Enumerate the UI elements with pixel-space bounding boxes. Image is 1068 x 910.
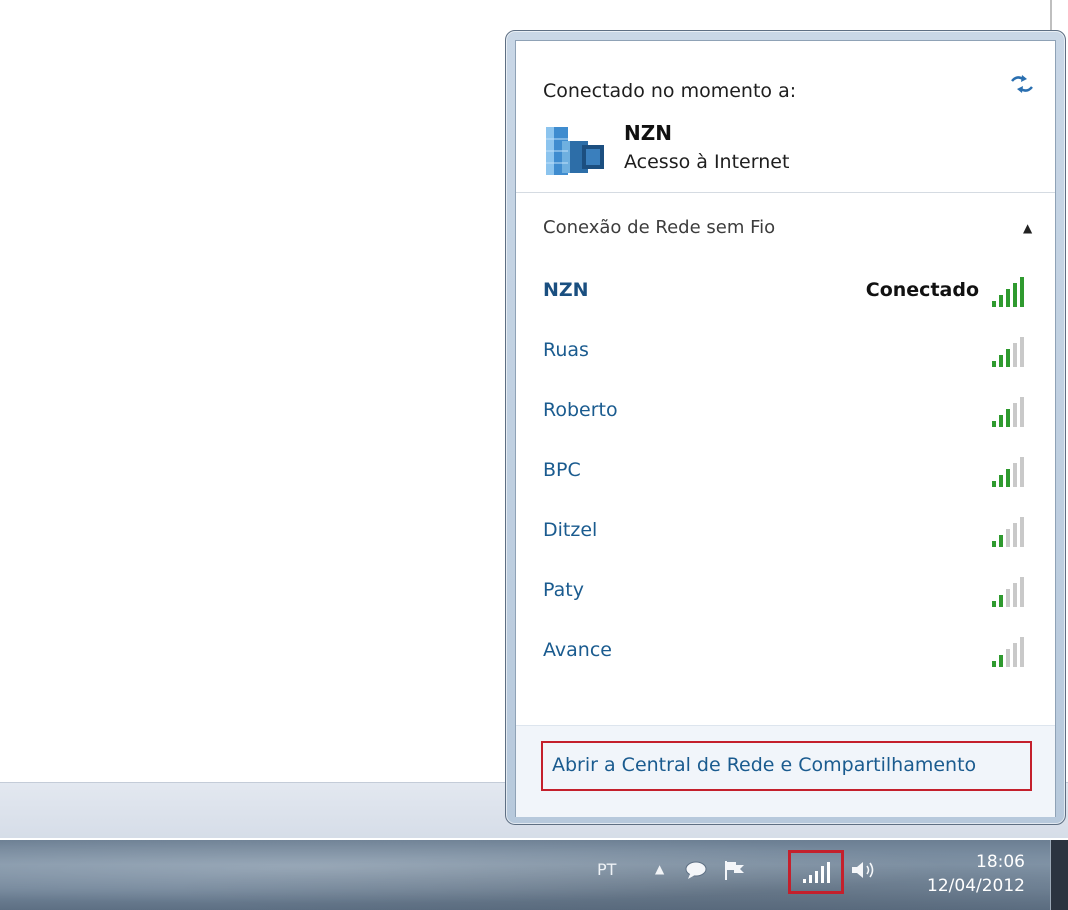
- signal-bar: [1020, 337, 1024, 367]
- network-name: Roberto: [543, 399, 618, 421]
- network-name: Ditzel: [543, 519, 598, 541]
- signal-bar: [1020, 577, 1024, 607]
- volume-icon[interactable]: [850, 858, 880, 882]
- signal-bar: [1006, 349, 1010, 367]
- signal-bar: [1006, 649, 1010, 667]
- flyout-content: Conectado no momento a: NZN Acesso à Int…: [515, 40, 1056, 817]
- network-item[interactable]: BPC: [516, 445, 1055, 501]
- refresh-icon[interactable]: [1009, 73, 1035, 95]
- signal-bar: [1020, 457, 1024, 487]
- signal-bar: [999, 595, 1003, 607]
- signal-bar: [1006, 529, 1010, 547]
- wifi-signal-icon: [992, 637, 1024, 667]
- network-item[interactable]: Ditzel: [516, 505, 1055, 561]
- signal-bar: [999, 295, 1003, 307]
- wifi-signal-icon: [992, 277, 1024, 307]
- signal-bar: [992, 601, 996, 607]
- network-tray-button[interactable]: [788, 850, 844, 894]
- signal-bar: [999, 475, 1003, 487]
- wifi-signal-icon: [992, 397, 1024, 427]
- signal-bar: [1013, 523, 1017, 547]
- wireless-section-title: Conexão de Rede sem Fio: [543, 217, 776, 238]
- divider: [516, 192, 1055, 193]
- signal-bar: [1013, 403, 1017, 427]
- network-item[interactable]: Ruas: [516, 325, 1055, 381]
- network-item[interactable]: Paty: [516, 565, 1055, 621]
- action-center-flag-icon[interactable]: [722, 858, 748, 882]
- signal-bar: [1020, 397, 1024, 427]
- system-clock[interactable]: 18:06 12/04/2012: [905, 850, 1025, 898]
- signal-bar: [1020, 277, 1024, 307]
- signal-bar: [1013, 283, 1017, 307]
- network-name: NZN: [543, 279, 589, 301]
- network-item[interactable]: Roberto: [516, 385, 1055, 441]
- collapse-caret-icon[interactable]: ▲: [1023, 221, 1032, 235]
- signal-bar: [1013, 343, 1017, 367]
- signal-bar: [992, 481, 996, 487]
- clock-date: 12/04/2012: [927, 876, 1025, 896]
- signal-bar: [1020, 517, 1024, 547]
- current-network-name: NZN: [624, 121, 672, 145]
- open-network-center-label: Abrir a Central de Rede e Compartilhamen…: [552, 754, 977, 776]
- signal-bar: [992, 301, 996, 307]
- network-name: Avance: [543, 639, 612, 661]
- signal-bar: [999, 415, 1003, 427]
- taskbar: PT ▲ 18:06 12/04/2012: [0, 840, 1068, 910]
- signal-bar: [1013, 463, 1017, 487]
- wifi-signal-icon: [992, 577, 1024, 607]
- network-name: Ruas: [543, 339, 589, 361]
- signal-bar: [1006, 289, 1010, 307]
- network-building-icon: [546, 127, 604, 175]
- current-network-access: Acesso à Internet: [624, 151, 790, 173]
- open-network-center-link[interactable]: Abrir a Central de Rede e Compartilhamen…: [541, 741, 1032, 791]
- network-name: Paty: [543, 579, 584, 601]
- action-center-bubble-icon[interactable]: [684, 860, 708, 880]
- network-name: BPC: [543, 459, 581, 481]
- clock-time: 18:06: [976, 852, 1025, 872]
- signal-bar: [992, 421, 996, 427]
- network-signal-icon: [803, 862, 830, 883]
- signal-bar: [1006, 469, 1010, 487]
- show-desktop-button[interactable]: [1050, 840, 1068, 910]
- current-connection-header: Conectado no momento a:: [543, 80, 797, 102]
- network-status: Conectado: [865, 279, 979, 301]
- signal-bar: [1013, 643, 1017, 667]
- signal-bar: [999, 355, 1003, 367]
- signal-bar: [1006, 409, 1010, 427]
- signal-bar: [1006, 589, 1010, 607]
- language-indicator[interactable]: PT: [597, 860, 616, 879]
- signal-bar: [1020, 637, 1024, 667]
- signal-bar: [992, 361, 996, 367]
- wifi-signal-icon: [992, 337, 1024, 367]
- wifi-signal-icon: [992, 457, 1024, 487]
- signal-bar: [992, 661, 996, 667]
- signal-bar: [999, 535, 1003, 547]
- flyout-footer: Abrir a Central de Rede e Compartilhamen…: [516, 725, 1055, 817]
- signal-bar: [1013, 583, 1017, 607]
- wifi-signal-icon: [992, 517, 1024, 547]
- show-hidden-icons-arrow[interactable]: ▲: [655, 862, 664, 876]
- network-item[interactable]: Avance: [516, 625, 1055, 681]
- signal-bar: [992, 541, 996, 547]
- window-edge: [1050, 0, 1052, 30]
- signal-bar: [999, 655, 1003, 667]
- network-item[interactable]: NZN Conectado: [516, 265, 1055, 321]
- network-flyout: Conectado no momento a: NZN Acesso à Int…: [505, 30, 1066, 825]
